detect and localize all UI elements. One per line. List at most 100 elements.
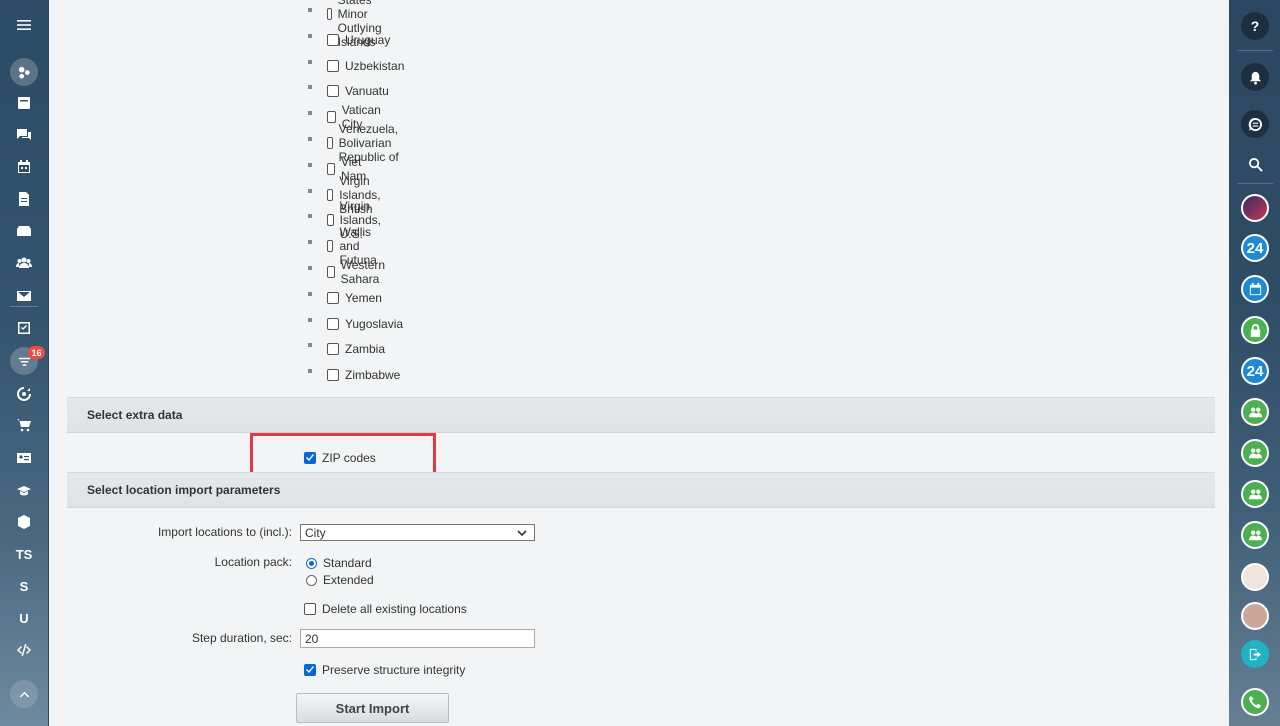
country-checkbox[interactable] [327, 317, 339, 330]
country-checkbox[interactable] [327, 111, 336, 124]
bitrix-chat-icon[interactable]: 24 [1241, 234, 1269, 262]
notifications-icon[interactable] [1241, 63, 1269, 91]
country-label: Uzbekistan [345, 58, 405, 73]
search-icon[interactable] [1241, 150, 1269, 178]
preserve-checkbox[interactable] [304, 664, 316, 676]
group-chat-icon[interactable] [1241, 480, 1269, 508]
drive-icon[interactable] [0, 216, 48, 246]
country-label: Zimbabwe [345, 368, 401, 383]
country-item[interactable]: Yemen [308, 288, 382, 308]
calendar-icon[interactable] [0, 152, 48, 182]
country-checkbox[interactable] [327, 8, 332, 20]
country-item[interactable]: Yugoslavia [308, 314, 403, 334]
documents-icon[interactable] [0, 184, 48, 214]
country-item[interactable]: Uruguay [308, 30, 390, 50]
country-label: Yemen [345, 290, 382, 305]
country-label: Zambia [345, 342, 386, 357]
country-checkbox[interactable] [327, 214, 334, 227]
list-bullet [308, 291, 312, 296]
country-checkbox[interactable] [327, 343, 339, 356]
help-icon[interactable]: ? [1241, 12, 1269, 40]
tasks-icon[interactable] [0, 88, 48, 118]
employees-icon[interactable] [0, 248, 48, 278]
group-chat-icon[interactable] [1241, 439, 1269, 467]
country-item[interactable]: Venezuela, Bolivarian Republic of [308, 122, 404, 164]
list-bullet [308, 162, 312, 167]
import-to-label: Import locations to (incl.): [157, 525, 292, 539]
main-content: United States Minor Outlying IslandsUrug… [49, 0, 1229, 726]
right-separator [1237, 50, 1273, 51]
extra-data-header: Select extra data [67, 397, 1215, 433]
list-bullet [308, 266, 312, 270]
calendar-chat-icon[interactable] [1241, 275, 1269, 303]
sidebar-item-u[interactable]: U [0, 603, 48, 633]
target-icon[interactable] [0, 379, 48, 409]
start-import-button[interactable]: Start Import [296, 693, 449, 723]
messages-icon[interactable] [1241, 110, 1269, 138]
checklist-icon[interactable] [0, 313, 48, 343]
chevron-down-icon [516, 527, 528, 542]
country-item[interactable]: Zimbabwe [308, 365, 401, 385]
list-bullet [308, 369, 312, 374]
pack-extended-option[interactable]: Extended [306, 572, 374, 588]
user-avatar[interactable] [1241, 602, 1269, 630]
country-item[interactable]: Uzbekistan [308, 56, 405, 76]
delete-existing-checkbox[interactable] [304, 603, 316, 615]
country-label: Vanuatu [345, 84, 389, 99]
delete-existing-option[interactable]: Delete all existing locations [304, 599, 467, 619]
import-params-header: Select location import parameters [67, 472, 1215, 508]
help-label: ? [1250, 18, 1260, 34]
phone-icon[interactable] [1241, 688, 1269, 716]
crm-badge: 16 [28, 346, 45, 359]
pack-standard-option[interactable]: Standard [306, 555, 372, 571]
location-pack-label: Location pack: [214, 555, 292, 569]
logout-icon[interactable] [1241, 640, 1269, 668]
pack-standard-radio[interactable] [306, 557, 317, 569]
list-bullet [308, 33, 312, 38]
country-item[interactable]: Western Sahara [308, 258, 389, 286]
highlight-box [250, 433, 436, 475]
country-checkbox[interactable] [327, 162, 335, 175]
sidebar-separator [10, 306, 38, 307]
step-duration-value: 20 [305, 631, 319, 646]
sidebar-item-ts[interactable]: TS [0, 539, 48, 569]
import-to-select[interactable]: City [300, 524, 535, 541]
country-checkbox[interactable] [327, 369, 339, 382]
developer-icon[interactable] [0, 635, 48, 665]
list-bullet [308, 8, 312, 12]
country-item[interactable]: United States Minor Outlying Islands [308, 0, 389, 49]
country-item[interactable]: Vanuatu [308, 81, 389, 101]
left-sidebar: 16 TS S U [0, 0, 48, 726]
country-checkbox[interactable] [327, 188, 334, 201]
contact-card-icon[interactable] [0, 443, 48, 473]
country-checkbox[interactable] [327, 291, 339, 304]
country-checkbox[interactable] [327, 59, 339, 72]
sidebar-item-s[interactable]: S [0, 571, 48, 601]
country-checkbox[interactable] [327, 137, 333, 149]
feed-icon[interactable] [10, 58, 38, 86]
country-checkbox[interactable] [327, 85, 339, 98]
country-checkbox[interactable] [327, 266, 335, 278]
scroll-up-icon[interactable] [10, 680, 38, 708]
group-chat-icon[interactable] [1241, 398, 1269, 426]
country-item[interactable]: Wallis and Futuna [308, 225, 382, 267]
pack-extended-radio[interactable] [306, 574, 317, 586]
lock-icon[interactable] [1241, 316, 1269, 344]
menu-icon[interactable] [0, 10, 48, 40]
preserve-option[interactable]: Preserve structure integrity [304, 660, 465, 680]
box-icon[interactable] [0, 507, 48, 537]
bitrix-chat-icon-2[interactable]: 24 [1241, 357, 1269, 385]
chat-icon[interactable] [0, 120, 48, 150]
user-avatar[interactable] [1241, 563, 1269, 591]
group-chat-icon[interactable] [1241, 521, 1269, 549]
preserve-label: Preserve structure integrity [322, 663, 466, 677]
country-item[interactable]: Zambia [308, 339, 386, 359]
country-checkbox[interactable] [327, 240, 334, 253]
list-bullet [308, 188, 312, 193]
group-avatar[interactable] [1241, 194, 1269, 222]
country-checkbox[interactable] [327, 33, 339, 46]
shop-icon[interactable] [0, 410, 48, 440]
delete-existing-label: Delete all existing locations [322, 602, 467, 616]
learning-icon[interactable] [0, 476, 48, 506]
step-duration-input[interactable]: 20 [300, 629, 535, 648]
